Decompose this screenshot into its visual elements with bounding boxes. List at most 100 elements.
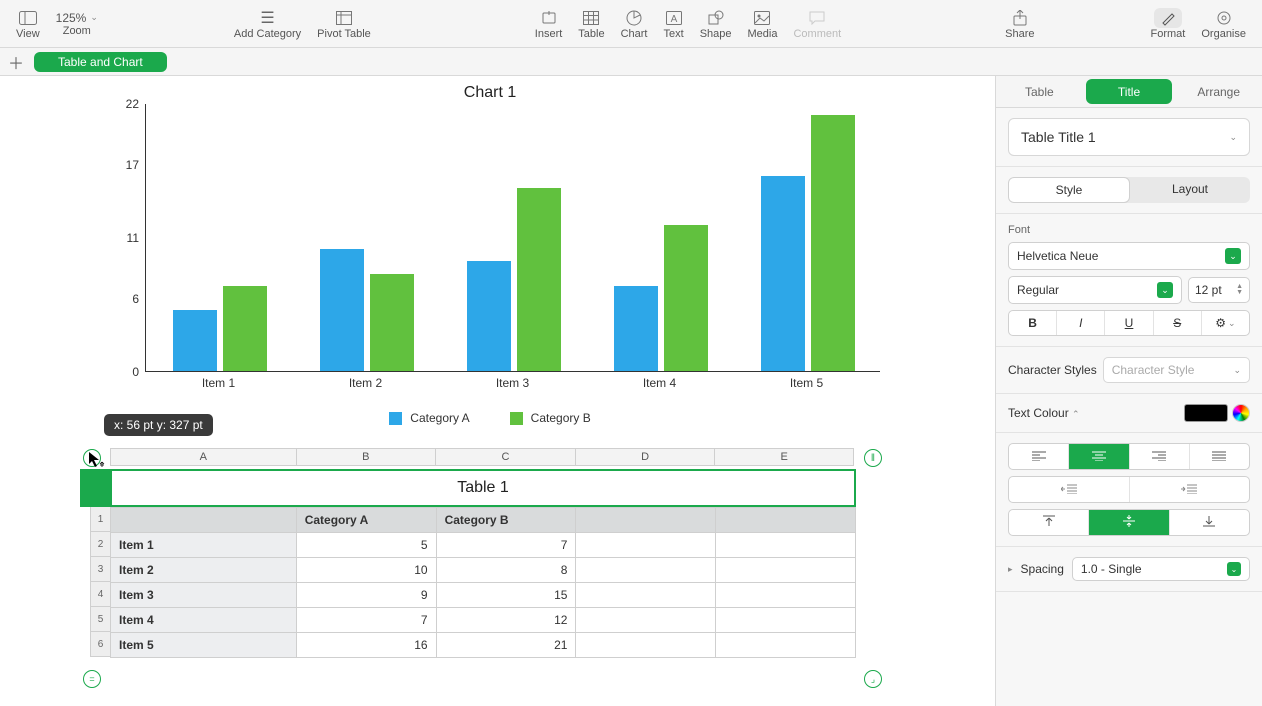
data-table[interactable]: Category ACategory BItem 157Item 2108Ite…: [110, 507, 856, 658]
organise-button[interactable]: Organise: [1193, 2, 1254, 46]
valign-bottom-button[interactable]: [1170, 510, 1249, 535]
align-center-button[interactable]: [1069, 444, 1129, 469]
character-style-dropdown[interactable]: Character Style ⌄: [1103, 357, 1250, 383]
table-title[interactable]: Table 1: [110, 469, 856, 507]
row-number[interactable]: 5: [90, 607, 111, 632]
table-cell[interactable]: Item 5: [111, 633, 297, 658]
table-cell[interactable]: 8: [436, 558, 576, 583]
table-cell[interactable]: Item 3: [111, 583, 297, 608]
share-button[interactable]: Share: [997, 2, 1042, 46]
chart-button[interactable]: Chart: [613, 2, 656, 46]
column-header-D[interactable]: D: [576, 449, 716, 465]
table-header-cell[interactable]: [716, 508, 856, 533]
comment-button[interactable]: Comment: [785, 2, 849, 46]
spacing-dropdown[interactable]: 1.0 - Single ⌄: [1072, 557, 1250, 581]
table-header-cell[interactable]: Category A: [296, 508, 436, 533]
legend-item[interactable]: Category B: [510, 411, 591, 425]
size-stepper[interactable]: ▲▼: [1236, 284, 1243, 296]
font-size-field[interactable]: 12 pt ▲▼: [1188, 277, 1250, 303]
chart[interactable]: Chart 1 06111722 Item 1Item 2Item 3Item …: [85, 76, 895, 431]
colour-picker-button[interactable]: [1232, 404, 1250, 422]
table-cell[interactable]: [716, 633, 856, 658]
table-cell[interactable]: 7: [296, 608, 436, 633]
row-number[interactable]: 3: [90, 557, 111, 582]
table-cell[interactable]: [716, 608, 856, 633]
view-button[interactable]: View: [8, 2, 48, 46]
font-style-dropdown[interactable]: Regular ⌄: [1008, 276, 1182, 304]
row-number[interactable]: 4: [90, 582, 111, 607]
legend-item[interactable]: Category A: [389, 411, 469, 425]
valign-middle-button[interactable]: [1089, 510, 1169, 535]
outdent-button[interactable]: [1009, 477, 1130, 502]
table-cell[interactable]: [576, 558, 716, 583]
table-cell[interactable]: 15: [436, 583, 576, 608]
column-add-handle[interactable]: ‖: [864, 449, 882, 467]
tab-arrange[interactable]: Arrange: [1175, 76, 1262, 107]
zoom-control[interactable]: 125% ⌄ Zoom: [48, 2, 106, 46]
align-left-button[interactable]: [1009, 444, 1069, 469]
canvas[interactable]: Chart 1 06111722 Item 1Item 2Item 3Item …: [0, 76, 995, 706]
table-cell[interactable]: 7: [436, 533, 576, 558]
table-cell[interactable]: 12: [436, 608, 576, 633]
table-cell[interactable]: 5: [296, 533, 436, 558]
table-cell[interactable]: Item 2: [111, 558, 297, 583]
table-header-cell[interactable]: Category B: [436, 508, 576, 533]
segment-style[interactable]: Style: [1008, 177, 1130, 203]
underline-button[interactable]: U: [1105, 311, 1153, 335]
align-justify-button[interactable]: [1190, 444, 1249, 469]
table-cell[interactable]: 10: [296, 558, 436, 583]
disclosure-triangle-icon[interactable]: ▸: [1008, 564, 1013, 575]
table-cell[interactable]: Item 4: [111, 608, 297, 633]
media-button[interactable]: Media: [740, 2, 786, 46]
valign-top-button[interactable]: [1009, 510, 1089, 535]
table-header-cell[interactable]: [576, 508, 716, 533]
italic-button[interactable]: I: [1057, 311, 1105, 335]
add-category-button[interactable]: ☰ Add Category: [226, 2, 309, 46]
style-layout-segment[interactable]: Style Layout: [1008, 177, 1250, 203]
table-cell[interactable]: 9: [296, 583, 436, 608]
indent-button[interactable]: [1130, 477, 1250, 502]
table-resize-handle[interactable]: ⌟: [864, 670, 882, 688]
column-ruler[interactable]: ABCDE: [110, 448, 854, 466]
row-add-handle[interactable]: =: [83, 670, 101, 688]
title-style-preset[interactable]: Table Title 1 ⌄: [1008, 118, 1250, 156]
shape-button[interactable]: Shape: [692, 2, 740, 46]
font-family-dropdown[interactable]: Helvetica Neue ⌄: [1008, 242, 1250, 270]
column-header-B[interactable]: B: [297, 449, 437, 465]
column-header-C[interactable]: C: [436, 449, 576, 465]
strikethrough-button[interactable]: S: [1154, 311, 1202, 335]
pivot-table-button[interactable]: Pivot Table: [309, 2, 379, 46]
table-cell[interactable]: [576, 583, 716, 608]
table-cell[interactable]: [576, 608, 716, 633]
add-sheet-button[interactable]: ＋: [6, 52, 26, 72]
text-button[interactable]: A Text: [656, 2, 692, 46]
table-cell[interactable]: [576, 633, 716, 658]
table-cell[interactable]: [716, 583, 856, 608]
table-button[interactable]: Table: [570, 2, 612, 46]
column-header-E[interactable]: E: [715, 449, 853, 465]
table-header-cell[interactable]: [111, 508, 297, 533]
format-button[interactable]: Format: [1143, 2, 1194, 46]
text-colour-swatch[interactable]: [1184, 404, 1228, 422]
table-cell[interactable]: Item 1: [111, 533, 297, 558]
table-cell[interactable]: 16: [296, 633, 436, 658]
table-cell[interactable]: 21: [436, 633, 576, 658]
table-origin-handle[interactable]: ○: [83, 449, 101, 467]
column-header-A[interactable]: A: [111, 449, 297, 465]
row-number-column[interactable]: 123456: [90, 507, 111, 657]
table-cell[interactable]: [716, 533, 856, 558]
sheet-tab-active[interactable]: Table and Chart: [34, 52, 167, 72]
tab-title[interactable]: Title: [1086, 79, 1173, 104]
bold-button[interactable]: B: [1009, 311, 1057, 335]
insert-button[interactable]: Insert: [527, 2, 571, 46]
tab-table[interactable]: Table: [996, 76, 1083, 107]
advanced-font-button[interactable]: ⚙⌄: [1202, 311, 1249, 335]
row-number[interactable]: 6: [90, 632, 111, 657]
table-cell[interactable]: [576, 533, 716, 558]
row-number[interactable]: 2: [90, 532, 111, 557]
segment-layout[interactable]: Layout: [1130, 177, 1250, 203]
table-select-handle[interactable]: [80, 469, 110, 507]
align-right-button[interactable]: [1130, 444, 1190, 469]
row-number[interactable]: 1: [90, 507, 111, 532]
table-cell[interactable]: [716, 558, 856, 583]
